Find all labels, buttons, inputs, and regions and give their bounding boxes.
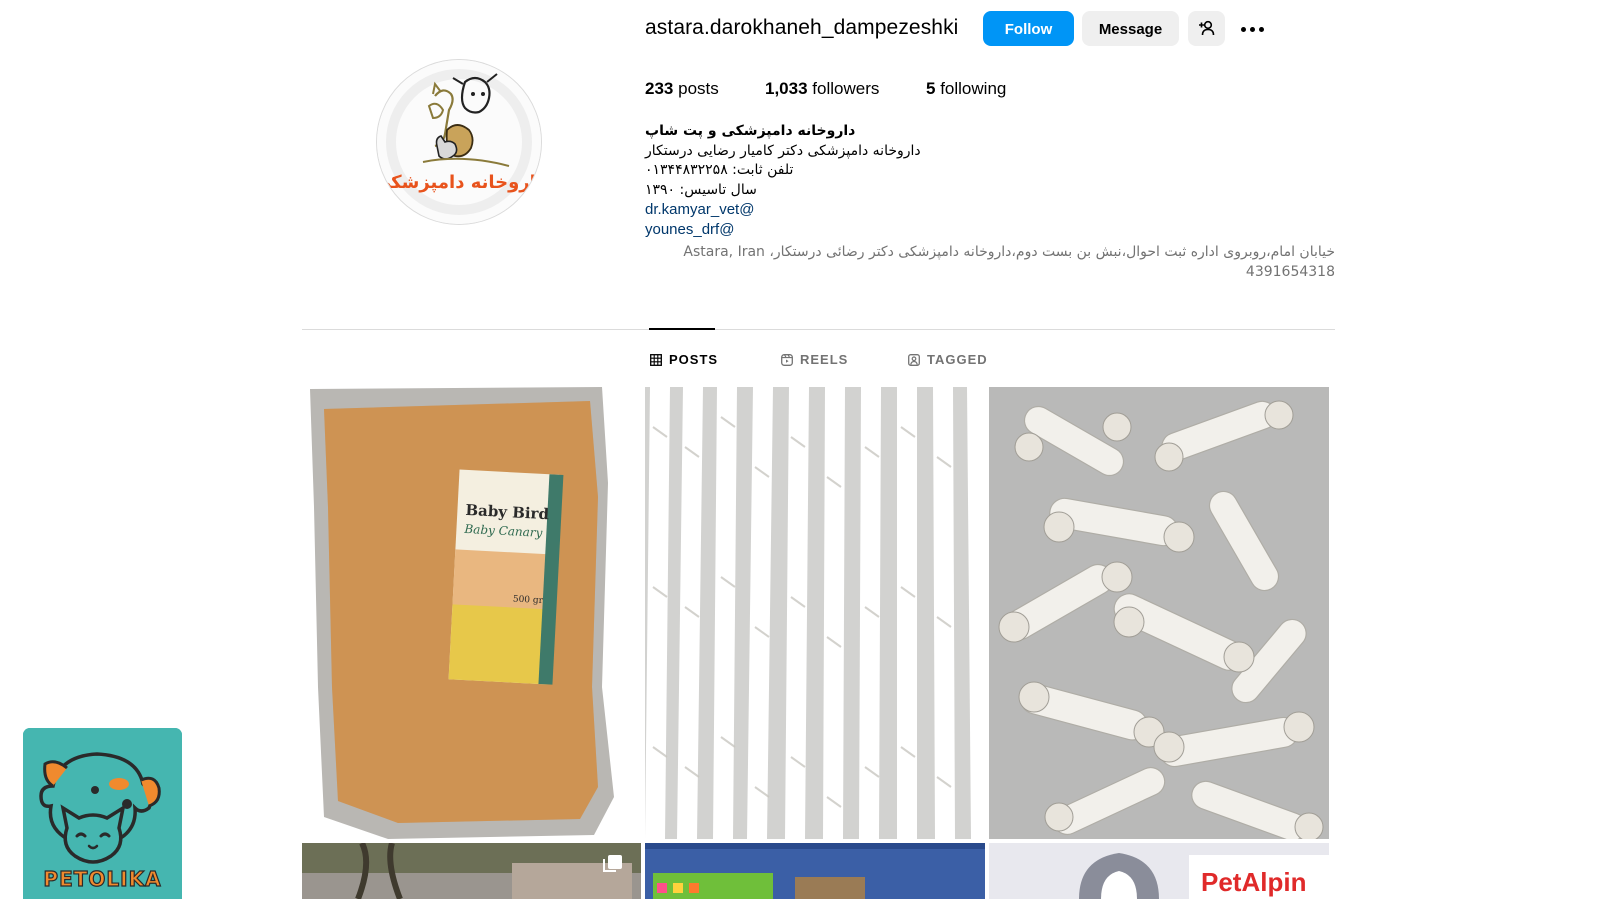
- post-tile[interactable]: [645, 843, 985, 899]
- svg-text:PETOLIKA: PETOLIKA: [43, 867, 161, 891]
- more-options-icon[interactable]: [1237, 14, 1269, 44]
- bio-founded: سال تاسیس: ۱۳۹۰: [645, 181, 757, 198]
- postal-code: 4391654318: [1245, 264, 1335, 280]
- bio-mention-link-2[interactable]: younes_drf@: [645, 220, 1335, 240]
- petolika-watermark-logo: PETOLIKA: [23, 728, 182, 899]
- post-thumbnail-rawhide-bones: [989, 387, 1329, 839]
- follow-button[interactable]: Follow: [983, 11, 1074, 46]
- tagged-icon: [908, 354, 920, 366]
- grid-icon: [650, 354, 662, 366]
- add-user-icon: [1198, 20, 1214, 36]
- bio-mention-link-1[interactable]: dr.kamyar_vet@: [645, 200, 1335, 220]
- reels-icon: [781, 354, 793, 366]
- address-line: خیابان امام،روبروی اداره ثبت احوال،نبش ب…: [683, 244, 1335, 260]
- suggest-user-button[interactable]: [1188, 11, 1225, 46]
- tabs-divider: [302, 329, 1335, 330]
- bio-line-1: داروخانه دامپزشکی دکتر کامیار رضایی درست…: [645, 142, 921, 159]
- tab-tagged[interactable]: TAGGED: [908, 350, 988, 370]
- post-tile[interactable]: PetAlpin: [989, 843, 1329, 899]
- post-thumbnail: [645, 843, 985, 899]
- tab-posts-label: POSTS: [669, 352, 719, 367]
- tab-posts[interactable]: POSTS: [650, 350, 718, 370]
- profile-username: astara.darokhaneh_dampezeshki: [645, 16, 959, 39]
- posts-count: 233 posts: [645, 79, 719, 98]
- profile-avatar[interactable]: داروخانه دامپزشکی: [376, 59, 542, 225]
- post-tile[interactable]: [302, 843, 641, 899]
- message-button[interactable]: Message: [1082, 11, 1179, 46]
- bio-name: داروخانه دامپزشکی و پت شاپ: [645, 123, 856, 139]
- post-thumbnail-rawhide-sticks: [645, 387, 985, 839]
- profile-bio: داروخانه دامپزشکی و پت شاپ داروخانه دامپ…: [645, 122, 1335, 239]
- tab-reels-label: REELS: [800, 352, 849, 367]
- svg-text:500 gr: 500 gr: [513, 595, 544, 607]
- post-thumbnail-baby-bird-food: Baby Bird Baby Canary 500 gr: [302, 387, 641, 839]
- tab-tagged-label: TAGGED: [927, 352, 988, 367]
- post-thumbnail-petalpin: PetAlpin: [989, 843, 1329, 899]
- post-tile[interactable]: [989, 387, 1329, 839]
- profile-address[interactable]: خیابان امام،روبروی اداره ثبت احوال،نبش ب…: [645, 242, 1335, 282]
- followers-count[interactable]: 1,033 followers: [765, 79, 879, 99]
- following-count[interactable]: 5 following: [926, 79, 1006, 99]
- svg-text:PetAlpin: PetAlpin: [1201, 867, 1306, 897]
- post-thumbnail: [302, 843, 641, 899]
- post-tile[interactable]: [645, 387, 985, 839]
- bio-phone: تلفن ثابت: ۰۱۳۴۴۸۳۲۲۵۸: [645, 162, 794, 178]
- svg-text:داروخانه دامپزشکی: داروخانه دامپزشکی: [377, 172, 541, 193]
- post-tile[interactable]: Baby Bird Baby Canary 500 gr: [302, 387, 641, 839]
- active-tab-indicator: [649, 328, 715, 330]
- tab-reels[interactable]: REELS: [781, 350, 848, 370]
